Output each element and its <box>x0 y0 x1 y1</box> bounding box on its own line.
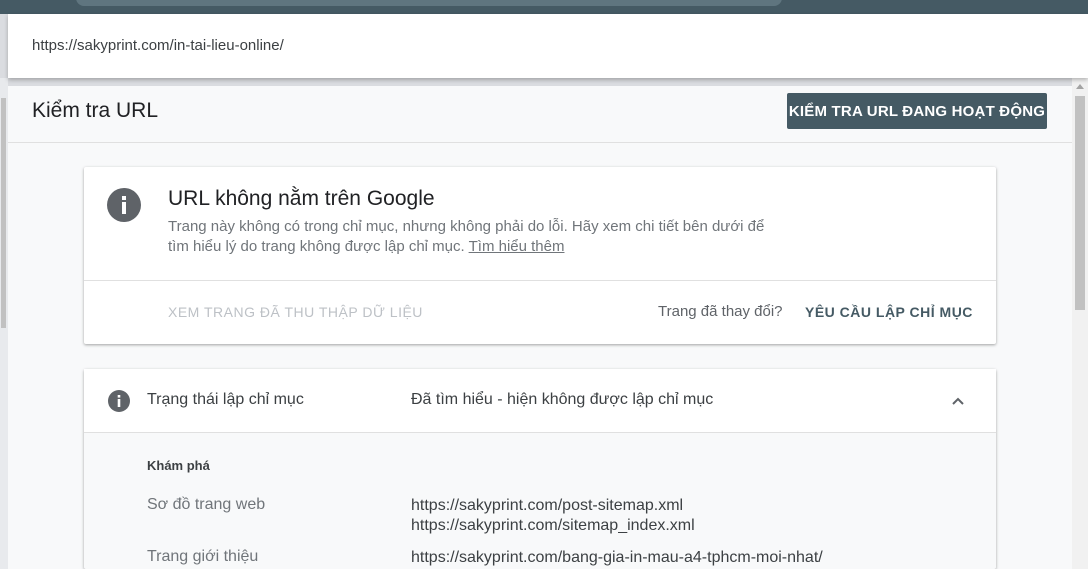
top-bar <box>0 0 1088 14</box>
inspected-url-bar[interactable]: https://sakyprint.com/in-tai-lieu-online… <box>8 14 1088 78</box>
sitemap-link[interactable]: https://sakyprint.com/sitemap_index.xml <box>411 516 695 536</box>
page-title: Kiểm tra URL <box>32 99 159 122</box>
learn-more-link[interactable]: Tìm hiểu thêm <box>469 238 565 255</box>
scroll-up-arrow-icon[interactable] <box>1076 84 1084 89</box>
coverage-status-value: Đã tìm hiểu - hiện không được lập chỉ mụ… <box>411 391 714 408</box>
summary-description: Trang này không có trong chỉ mục, nhưng … <box>168 217 768 257</box>
info-icon <box>108 390 130 412</box>
test-live-url-button[interactable]: KIỂM TRA URL ĐANG HOẠT ĐỘNG <box>787 93 1047 129</box>
discovery-section-title: Khám phá <box>147 458 210 473</box>
chevron-up-icon[interactable] <box>950 393 966 409</box>
coverage-row-header[interactable]: Trạng thái lập chỉ mục Đã tìm hiểu - hiệ… <box>84 369 996 433</box>
divider <box>84 280 996 281</box>
summary-card: URL không nằm trên Google Trang này khôn… <box>84 167 996 344</box>
referring-page-link[interactable]: https://sakyprint.com/bang-gia-in-mau-a4… <box>411 548 823 568</box>
view-crawled-page-button[interactable]: XEM TRANG ĐÃ THU THẬP DỮ LIỆU <box>168 304 423 320</box>
sitemaps-label: Sơ đồ trang web <box>147 496 266 513</box>
summary-description-text: Trang này không có trong chỉ mục, nhưng … <box>168 218 765 255</box>
sitemap-link[interactable]: https://sakyprint.com/post-sitemap.xml <box>411 496 695 516</box>
left-scroll-edge <box>0 78 8 569</box>
scroll-thumb[interactable] <box>1075 96 1085 310</box>
vertical-scrollbar[interactable] <box>1072 78 1088 569</box>
request-indexing-button[interactable]: YÊU CẦU LẬP CHỈ MỤC <box>805 304 973 320</box>
summary-heading: URL không nằm trên Google <box>168 187 435 210</box>
left-scroll-thumb[interactable] <box>1 98 6 328</box>
inspected-url: https://sakyprint.com/in-tai-lieu-online… <box>32 37 284 54</box>
coverage-card: Trạng thái lập chỉ mục Đã tìm hiểu - hiệ… <box>84 369 996 569</box>
panel-header: Kiểm tra URL KIỂM TRA URL ĐANG HOẠT ĐỘNG <box>8 86 1072 143</box>
sitemaps-list: https://sakyprint.com/post-sitemap.xml h… <box>411 496 695 536</box>
page-changed-label: Trang đã thay đổi? <box>658 303 783 320</box>
referring-page-label: Trang giới thiệu <box>147 548 259 565</box>
info-icon <box>107 188 141 222</box>
coverage-status-label: Trạng thái lập chỉ mục <box>147 391 304 408</box>
search-field[interactable] <box>76 0 782 6</box>
